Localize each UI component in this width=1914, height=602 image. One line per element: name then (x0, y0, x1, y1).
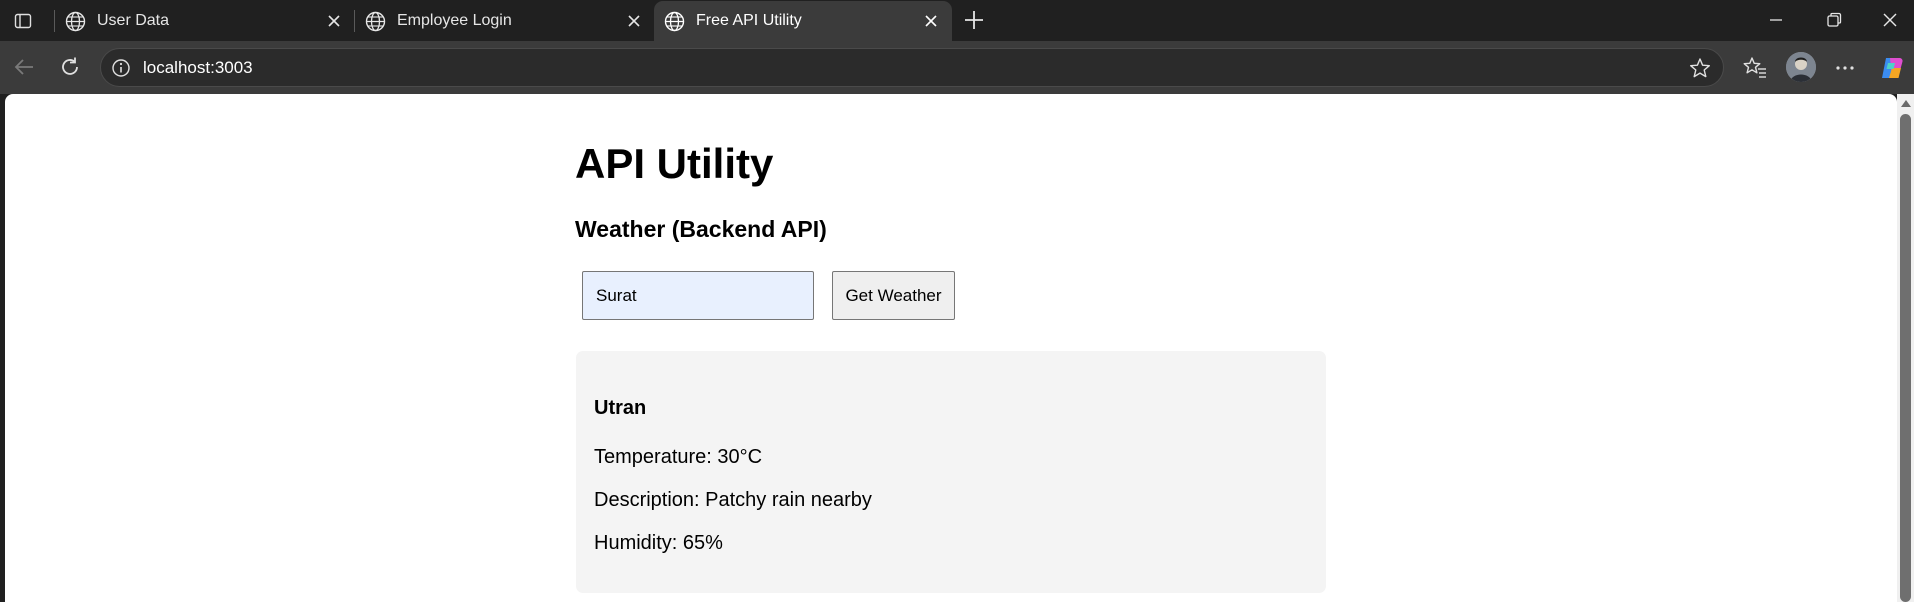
get-weather-button[interactable]: Get Weather (832, 271, 955, 320)
favorite-star-icon[interactable] (1689, 57, 1711, 79)
tab-free-api-utility[interactable]: Free API Utility (654, 1, 952, 41)
favorites-icon[interactable] (1742, 55, 1768, 81)
tab-employee-login[interactable]: Employee Login (355, 1, 653, 41)
site-info-icon[interactable] (111, 58, 131, 78)
profile-avatar[interactable] (1786, 52, 1816, 82)
page-title: API Utility (575, 140, 774, 187)
weather-humidity: Humidity: 65% (594, 532, 723, 554)
tab-title: User Data (97, 12, 170, 29)
weather-temperature: Temperature: 30°C (594, 446, 763, 468)
tab-title: Employee Login (397, 12, 512, 29)
weather-result-card: Utran Temperature: 30°C Description: Pat… (576, 351, 1326, 593)
page-viewport: API Utility Weather (Backend API) Get We… (5, 94, 1897, 602)
scrollbar-thumb[interactable] (1900, 114, 1911, 602)
address-url[interactable]: localhost:3003 (143, 58, 253, 78)
more-options-icon[interactable] (1832, 55, 1858, 81)
window-close-icon[interactable] (1880, 10, 1900, 30)
refresh-icon[interactable] (58, 55, 82, 79)
tab-actions-icon[interactable] (12, 10, 34, 32)
copilot-icon[interactable] (1878, 54, 1906, 82)
minimize-icon[interactable] (1766, 10, 1786, 30)
close-icon[interactable] (325, 12, 343, 30)
globe-icon (664, 11, 685, 32)
close-icon[interactable] (922, 12, 940, 30)
tab-title: Free API Utility (696, 12, 802, 29)
globe-icon (65, 11, 86, 32)
scroll-up-arrow-icon[interactable] (1901, 100, 1911, 107)
tab-user-data[interactable]: User Data (55, 1, 352, 41)
address-bar[interactable]: localhost:3003 (100, 48, 1724, 87)
weather-description: Description: Patchy rain nearby (594, 489, 872, 511)
close-icon[interactable] (625, 12, 643, 30)
tab-strip: User Data Employee Login Free API Utilit… (0, 0, 1914, 41)
globe-icon (365, 11, 386, 32)
weather-location: Utran (594, 397, 647, 419)
browser-toolbar: localhost:3003 (0, 41, 1914, 94)
city-input[interactable] (582, 271, 814, 320)
new-tab-icon[interactable] (962, 8, 986, 32)
section-title: Weather (Backend API) (575, 216, 827, 242)
back-arrow-icon[interactable] (12, 55, 36, 79)
restore-icon[interactable] (1824, 10, 1844, 30)
vertical-scrollbar[interactable] (1897, 94, 1914, 602)
